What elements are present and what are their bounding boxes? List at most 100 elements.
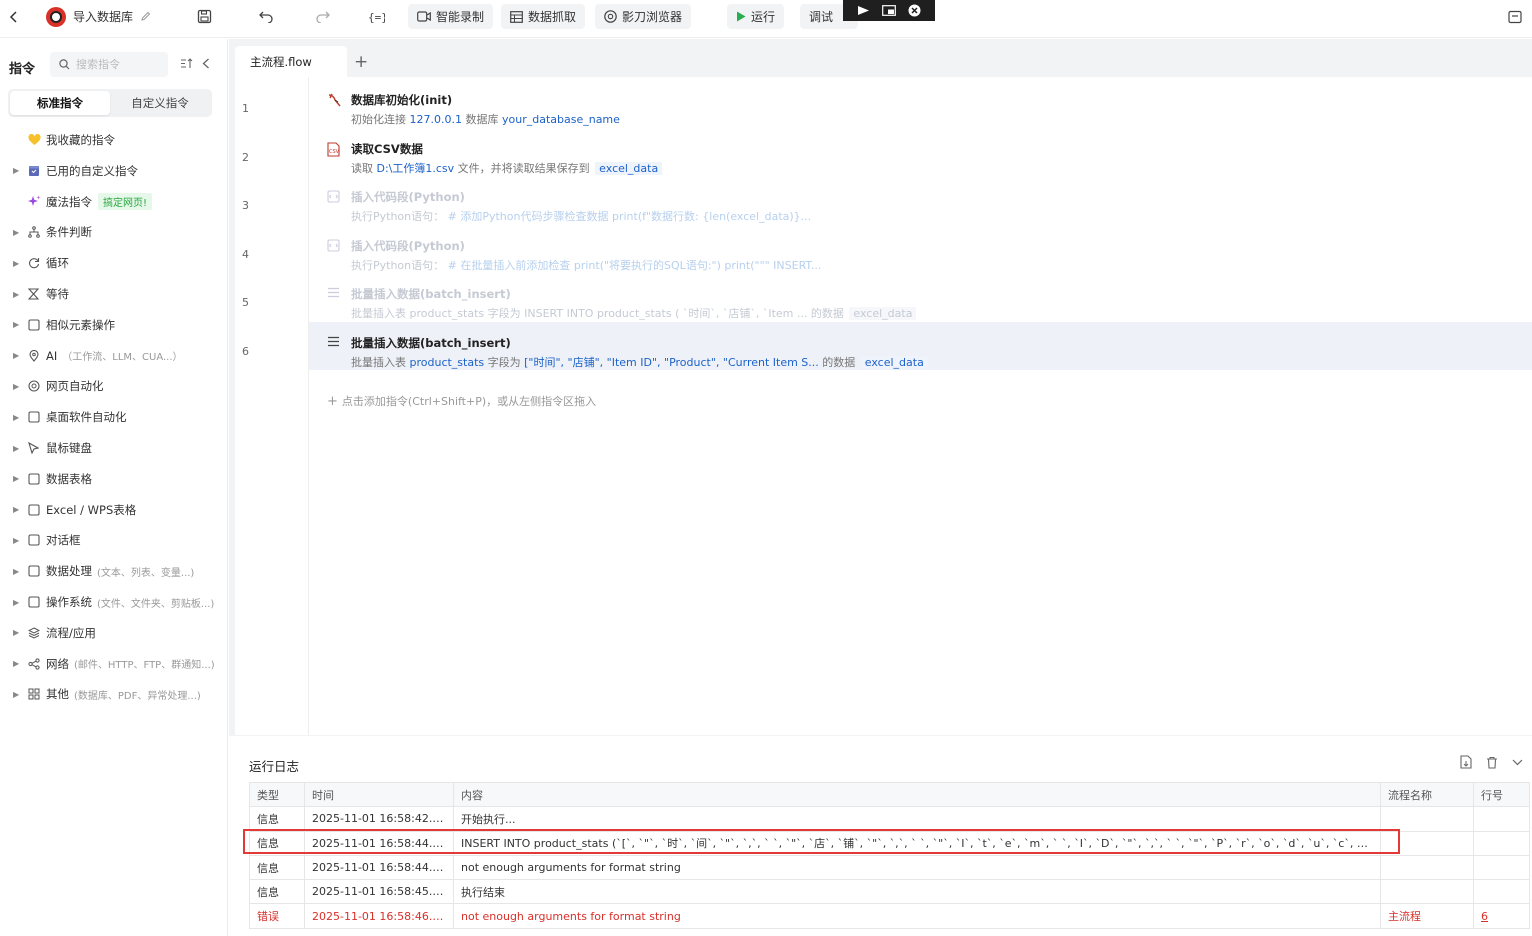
collapse-icon[interactable] bbox=[202, 58, 210, 69]
col-line: 行号 bbox=[1473, 781, 1530, 808]
step-desc-pre: 读取 bbox=[351, 161, 377, 175]
step-tag: excel_data bbox=[860, 356, 928, 369]
sidebar-category[interactable]: ▶ 循环 bbox=[0, 253, 228, 273]
step-desc-mid: 字段为 INSERT INTO product_stats ( bbox=[484, 307, 683, 321]
export-log-icon[interactable] bbox=[1460, 755, 1472, 769]
sidebar-category[interactable]: ▶ 桌面软件自动化 bbox=[0, 407, 228, 427]
save-icon[interactable] bbox=[197, 4, 212, 29]
chevron-down-icon[interactable] bbox=[1512, 755, 1523, 769]
sidebar-category[interactable]: ▶ 鼠标键盘 bbox=[0, 438, 228, 458]
flow-step[interactable]: 批量插入数据(batch_insert) 批量插入表 product_stats … bbox=[309, 273, 1532, 321]
trash-icon[interactable] bbox=[1486, 755, 1498, 769]
globe-icon bbox=[28, 380, 46, 392]
sidebar-category[interactable]: ▶ Excel / WPS表格 bbox=[0, 500, 228, 520]
command-sidebar: 指令 标准指令 自定义指令 我收藏的指令 ▶ 已用的自定义指令魔法指令搞定网页! ▶ 条… bbox=[0, 39, 228, 936]
log-row[interactable]: 信息 2025-11-01 16:58:44.554 not enough argu… bbox=[249, 854, 1530, 881]
sidebar-category[interactable]: ▶ 数据处理 (文本、列表、变量...) bbox=[0, 561, 228, 581]
log-cell-type: 信息 bbox=[249, 854, 305, 881]
log-row[interactable]: 信息 2025-11-01 16:58:45.052 执行结束 bbox=[249, 879, 1530, 905]
database-icon bbox=[327, 93, 342, 111]
copy-icon bbox=[28, 319, 46, 331]
sidebar-category[interactable]: ▶ 对话框 bbox=[0, 530, 228, 550]
step-v2: `时间`, `店铺`, `Item ... bbox=[682, 307, 808, 321]
flow-step[interactable]: CSV 读取CSV数据 读取 D:\工作簿1.csv 文件，并将读取结果保存到 ex… bbox=[309, 128, 1532, 176]
category-label: 魔法指令 bbox=[46, 194, 92, 209]
add-tab-icon[interactable]: + bbox=[354, 52, 368, 72]
ai-icon bbox=[28, 349, 46, 362]
category-label: 我收藏的指令 bbox=[46, 133, 115, 147]
sidebar-category[interactable]: ▶ 其他 (数据库、PDF、异常处理...) bbox=[0, 684, 228, 704]
tab-custom-commands[interactable]: 自定义指令 bbox=[110, 91, 210, 115]
category-label: Excel / WPS表格 bbox=[46, 502, 137, 517]
command-search-input[interactable] bbox=[76, 58, 156, 71]
log-cell-time: 2025-11-01 16:58:45.052 bbox=[304, 879, 454, 905]
sidebar-category[interactable]: ▶ 等待 bbox=[0, 284, 228, 304]
magic-badge[interactable]: 搞定网页! bbox=[98, 193, 153, 211]
step-desc-pre: 执行Python语句： bbox=[351, 258, 448, 272]
sidebar-title: 指令 bbox=[9, 62, 36, 77]
video-icon bbox=[417, 11, 431, 22]
hourglass-icon bbox=[28, 288, 46, 300]
redo-icon[interactable] bbox=[315, 4, 330, 29]
undo-icon[interactable] bbox=[259, 4, 274, 29]
sidebar-category[interactable]: ▶ 操作系统 (文件、文件夹、剪贴板...) bbox=[0, 592, 228, 612]
close-icon[interactable] bbox=[908, 4, 921, 17]
send-icon[interactable] bbox=[857, 5, 870, 16]
tab-standard-commands[interactable]: 标准指令 bbox=[10, 91, 110, 115]
step-tag: excel_data bbox=[849, 307, 917, 321]
category-hint: （工作流、LLM、CUA...） bbox=[62, 352, 183, 364]
flow-step[interactable]: 批量插入数据(batch_insert) 批量插入表 product_stats … bbox=[309, 322, 1532, 370]
step-title: 插入代码段(Python) bbox=[351, 190, 465, 205]
sidebar-category[interactable]: ▶ 相似元素操作 bbox=[0, 315, 228, 335]
sidebar-category[interactable]: ▶ 流程/应用 bbox=[0, 623, 228, 643]
step-v2: ["时间", "店铺", "Item ID", "Product", "Curr… bbox=[524, 356, 819, 369]
sidebar-category[interactable]: ▶ AI （工作流、LLM、CUA...） bbox=[0, 346, 228, 366]
command-type-switch: 标准指令 自定义指令 bbox=[8, 89, 212, 117]
log-cell-content: not enough arguments for format string bbox=[453, 854, 1381, 881]
sidebar-category[interactable]: ▶ 已用的自定义指令 bbox=[0, 161, 228, 181]
step-description: 批量插入表 product_stats 字段为 INSERT INTO prod… bbox=[351, 305, 917, 321]
sidebar-category[interactable]: ▶ 数据表格 bbox=[0, 469, 228, 489]
variables-icon[interactable]: {=} bbox=[368, 4, 385, 29]
step-desc-post: 的数据 bbox=[818, 356, 859, 369]
smart-record-button[interactable]: 智能录制 bbox=[408, 4, 494, 29]
log-row[interactable]: 信息 2025-11-01 16:58:42.226 开始执行... bbox=[249, 806, 1530, 832]
expand-arrow-icon: ▶ bbox=[13, 258, 20, 268]
step-v1: product_stats bbox=[409, 356, 485, 369]
edit-icon[interactable] bbox=[140, 11, 151, 22]
step-title: 读取CSV数据 bbox=[351, 141, 423, 156]
add-command-hint[interactable]: + 点击添加指令(Ctrl+Shift+P)，或从左侧指令区拖入 bbox=[327, 393, 596, 409]
expand-arrow-icon: ▶ bbox=[13, 566, 20, 576]
sidebar-category[interactable]: ▶ 网页自动化 bbox=[0, 376, 228, 396]
command-search-box[interactable] bbox=[50, 52, 168, 77]
line-number: 6 bbox=[242, 345, 249, 358]
box-icon bbox=[28, 165, 46, 177]
grid-icon bbox=[28, 688, 46, 700]
cursor-icon bbox=[28, 442, 46, 454]
log-cell-line[interactable]: 6 bbox=[1473, 903, 1530, 929]
doc-icon bbox=[28, 473, 46, 485]
category-label: 对话框 bbox=[46, 533, 81, 548]
panel-toggle-icon[interactable] bbox=[1508, 4, 1522, 29]
line-number: 3 bbox=[242, 199, 249, 213]
sidebar-category[interactable]: ▶ 网络 (邮件、HTTP、FTP、群通知...) bbox=[0, 654, 228, 674]
log-row[interactable]: 信息 2025-11-01 16:58:44.438 INSERT INTO pro… bbox=[249, 830, 1530, 856]
picture-in-picture-icon[interactable] bbox=[882, 5, 896, 16]
log-row[interactable]: 错误 2025-11-01 16:58:46.277 not enough arg… bbox=[249, 903, 1530, 929]
step-title: 批量插入数据(batch_insert) bbox=[351, 336, 511, 350]
expand-arrow-icon: ▶ bbox=[13, 689, 20, 699]
back-icon[interactable] bbox=[8, 4, 20, 29]
tab-main-flow[interactable]: 主流程.flow bbox=[235, 46, 347, 78]
browser-button[interactable]: 影刀浏览器 bbox=[595, 4, 692, 29]
run-button[interactable]: 运行 bbox=[727, 4, 785, 29]
sidebar-category[interactable]: ▶ 条件判断 bbox=[0, 222, 228, 242]
sidebar-category[interactable]: 我收藏的指令 bbox=[0, 130, 228, 150]
log-cell-time: 2025-11-01 16:58:42.226 bbox=[304, 806, 454, 832]
sidebar-category[interactable]: 魔法指令 搞定网页! bbox=[0, 192, 228, 212]
flow-step[interactable]: 插入代码段(Python) 执行Python语句： # 添加Python代码步骤检… bbox=[309, 176, 1532, 224]
flow-step[interactable]: 插入代码段(Python) 执行Python语句： # 在批量插入前添加检查 pr… bbox=[309, 225, 1532, 273]
sort-icon[interactable] bbox=[180, 58, 193, 69]
run-log-table: 类型 时间 内容 流程名称 行号 信息 2025-11-01 16:58:42.2… bbox=[249, 781, 1530, 929]
flow-step[interactable]: 数据库初始化(init) 初始化连接 127.0.0.1 数据库 your_dat… bbox=[309, 79, 1532, 127]
data-capture-button[interactable]: 数据抓取 bbox=[501, 4, 586, 29]
